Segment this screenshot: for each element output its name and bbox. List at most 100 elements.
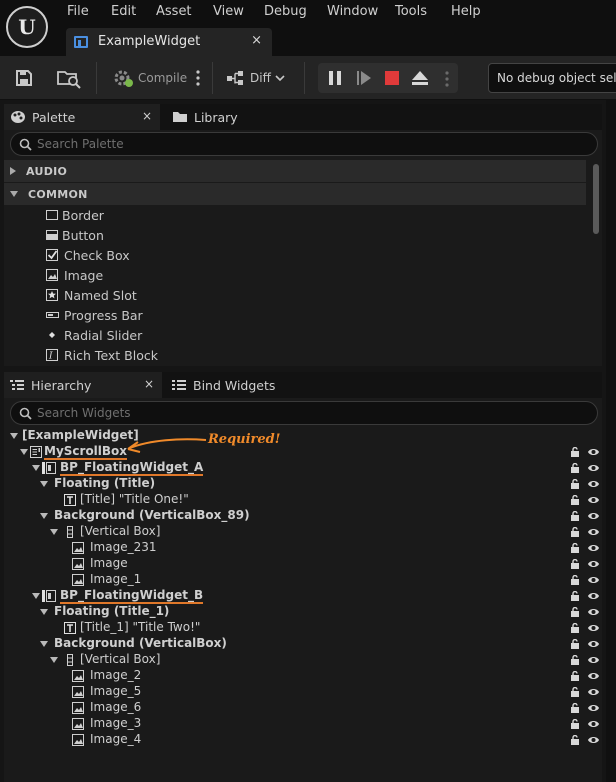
lock-icon[interactable] bbox=[570, 526, 580, 537]
menu-debug[interactable]: Debug bbox=[264, 4, 307, 19]
palette-item-radial-slider[interactable]: Radial Slider bbox=[46, 325, 142, 345]
tree-row[interactable]: Floating (Title_1) bbox=[4, 604, 602, 620]
chevron-down-icon[interactable] bbox=[32, 465, 40, 471]
chevron-down-icon[interactable] bbox=[40, 481, 48, 487]
lock-icon[interactable] bbox=[570, 606, 580, 617]
browse-asset-button[interactable] bbox=[56, 64, 82, 92]
close-icon[interactable]: × bbox=[144, 377, 154, 391]
visibility-eye-icon[interactable] bbox=[587, 446, 600, 456]
visibility-eye-icon[interactable] bbox=[587, 718, 600, 728]
palette-item-border[interactable]: Border bbox=[46, 205, 104, 225]
visibility-eye-icon[interactable] bbox=[587, 478, 600, 488]
chevron-down-icon[interactable] bbox=[32, 593, 40, 599]
visibility-eye-icon[interactable] bbox=[587, 638, 600, 648]
palette-scrollbar[interactable] bbox=[592, 160, 600, 366]
chevron-down-icon[interactable] bbox=[50, 657, 58, 663]
lock-icon[interactable] bbox=[570, 654, 580, 665]
visibility-eye-icon[interactable] bbox=[587, 558, 600, 568]
pause-icon[interactable] bbox=[328, 70, 342, 86]
tree-row[interactable]: [Vertical Box] bbox=[4, 652, 602, 668]
tree-row[interactable]: Image_3 bbox=[4, 716, 602, 732]
lock-icon[interactable] bbox=[570, 446, 580, 457]
tree-row[interactable]: Image_2 bbox=[4, 668, 602, 684]
visibility-eye-icon[interactable] bbox=[587, 574, 600, 584]
menu-file[interactable]: File bbox=[67, 4, 89, 19]
menu-window[interactable]: Window bbox=[327, 4, 378, 19]
close-icon[interactable]: × bbox=[142, 109, 152, 123]
visibility-eye-icon[interactable] bbox=[587, 590, 600, 600]
chevron-down-icon[interactable] bbox=[40, 609, 48, 615]
palette-item-named-slot[interactable]: Named Slot bbox=[46, 285, 137, 305]
tree-row[interactable]: Image_1 bbox=[4, 572, 602, 588]
visibility-eye-icon[interactable] bbox=[587, 702, 600, 712]
menu-tools[interactable]: Tools bbox=[395, 4, 427, 19]
visibility-eye-icon[interactable] bbox=[587, 462, 600, 472]
menu-help[interactable]: Help bbox=[451, 4, 481, 19]
resume-icon[interactable] bbox=[356, 70, 372, 86]
palette-item-check-box[interactable]: Check Box bbox=[46, 245, 130, 265]
more-vertical-icon[interactable] bbox=[444, 70, 450, 88]
lock-icon[interactable] bbox=[570, 686, 580, 697]
tab-bind-widgets[interactable]: Bind Widgets bbox=[170, 372, 290, 398]
tree-row[interactable]: BP_FloatingWidget_B bbox=[4, 588, 602, 604]
palette-item-button[interactable]: Button bbox=[46, 225, 104, 245]
hierarchy-search-input[interactable]: Search Widgets bbox=[10, 401, 598, 425]
visibility-eye-icon[interactable] bbox=[587, 622, 600, 632]
debug-object-select[interactable]: No debug object selected bbox=[488, 63, 616, 93]
chevron-down-icon[interactable] bbox=[40, 641, 48, 647]
compile-options-button[interactable] bbox=[195, 64, 201, 92]
tree-row[interactable]: Image_4 bbox=[4, 732, 602, 748]
tree-row[interactable]: Image_6 bbox=[4, 700, 602, 716]
palette-scroll-thumb[interactable] bbox=[593, 164, 599, 234]
lock-icon[interactable] bbox=[570, 670, 580, 681]
visibility-eye-icon[interactable] bbox=[587, 526, 600, 536]
visibility-eye-icon[interactable] bbox=[587, 510, 600, 520]
visibility-eye-icon[interactable] bbox=[587, 654, 600, 664]
tree-row[interactable]: Floating (Title) bbox=[4, 476, 602, 492]
chevron-down-icon[interactable] bbox=[20, 449, 28, 455]
lock-icon[interactable] bbox=[570, 558, 580, 569]
tree-row[interactable]: Image_231 bbox=[4, 540, 602, 556]
tree-row[interactable]: MyScrollBox bbox=[4, 444, 602, 460]
tree-row[interactable]: Background (VerticalBox_89) bbox=[4, 508, 602, 524]
chevron-down-icon[interactable] bbox=[40, 513, 48, 519]
lock-icon[interactable] bbox=[570, 622, 580, 633]
tree-row[interactable]: BP_FloatingWidget_A bbox=[4, 460, 602, 476]
unreal-logo[interactable]: U bbox=[6, 6, 48, 48]
category-audio[interactable]: AUDIO bbox=[4, 160, 586, 182]
visibility-eye-icon[interactable] bbox=[587, 494, 600, 504]
lock-icon[interactable] bbox=[570, 574, 580, 585]
visibility-eye-icon[interactable] bbox=[587, 734, 600, 744]
diff-button[interactable]: Diff bbox=[226, 64, 285, 92]
lock-icon[interactable] bbox=[570, 638, 580, 649]
visibility-eye-icon[interactable] bbox=[587, 686, 600, 696]
chevron-down-icon[interactable] bbox=[50, 529, 58, 535]
lock-icon[interactable] bbox=[570, 494, 580, 505]
lock-icon[interactable] bbox=[570, 734, 580, 745]
lock-icon[interactable] bbox=[570, 542, 580, 553]
lock-icon[interactable] bbox=[570, 510, 580, 521]
lock-icon[interactable] bbox=[570, 590, 580, 601]
tree-row[interactable]: [ExampleWidget] bbox=[4, 428, 602, 444]
tree-row[interactable]: [Title_1] "Title Two!" bbox=[4, 620, 602, 636]
tree-row[interactable]: Image_5 bbox=[4, 684, 602, 700]
menu-view[interactable]: View bbox=[213, 4, 244, 19]
eject-icon[interactable] bbox=[411, 70, 429, 86]
tab-library[interactable]: Library bbox=[168, 104, 288, 130]
tree-row[interactable]: [Vertical Box] bbox=[4, 524, 602, 540]
close-icon[interactable]: × bbox=[251, 33, 262, 48]
tab-hierarchy[interactable]: Hierarchy × bbox=[4, 372, 162, 398]
compile-button[interactable]: Compile bbox=[112, 64, 187, 92]
stop-icon[interactable] bbox=[384, 70, 400, 86]
tree-row[interactable]: Background (VerticalBox) bbox=[4, 636, 602, 652]
save-button[interactable] bbox=[14, 64, 34, 92]
menu-edit[interactable]: Edit bbox=[111, 4, 136, 19]
lock-icon[interactable] bbox=[570, 478, 580, 489]
category-common[interactable]: COMMON bbox=[4, 183, 586, 205]
document-tab[interactable]: ExampleWidget × bbox=[66, 28, 272, 56]
tab-palette[interactable]: Palette × bbox=[4, 104, 160, 130]
lock-icon[interactable] bbox=[570, 462, 580, 473]
visibility-eye-icon[interactable] bbox=[587, 542, 600, 552]
palette-item-rich-text-block[interactable]: I Rich Text Block bbox=[46, 345, 158, 365]
visibility-eye-icon[interactable] bbox=[587, 606, 600, 616]
